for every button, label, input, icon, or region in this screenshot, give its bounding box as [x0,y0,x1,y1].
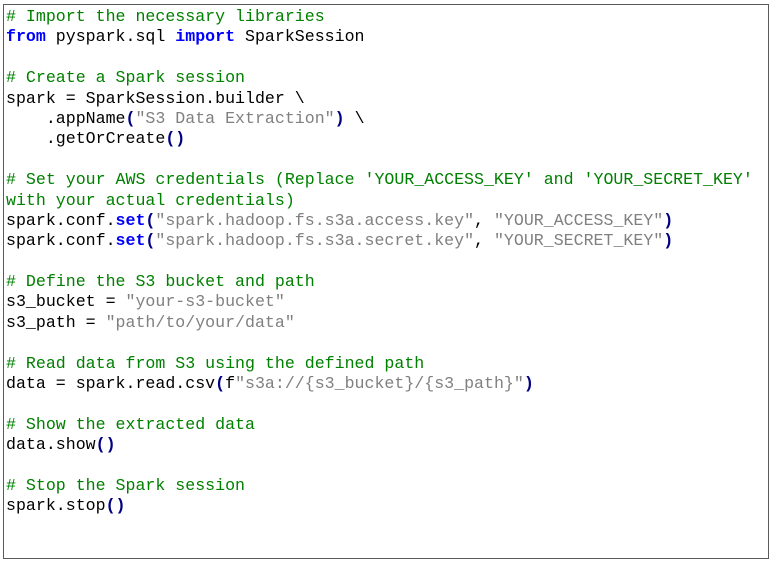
code-punctuation: ) [334,108,345,128]
code-string: "YOUR_SECRET_KEY" [493,231,664,251]
code-comment: # Define the S3 bucket and path [6,272,315,292]
code-string: "spark.hadoop.fs.s3a.secret.key" [155,231,475,251]
code-method: set [115,231,146,251]
code-text: spark = SparkSession.builder \ [6,88,305,108]
code-line: # Read data from S3 using the defined pa… [6,354,753,374]
code-line: with your actual credentials) [6,191,753,211]
code-block: # Import the necessary libraries from pys… [6,7,753,517]
code-string: "path/to/your/data" [105,312,295,332]
code-comment: # Create a Spark session [6,68,245,88]
code-punctuation: ( [145,231,156,251]
code-string: "your-s3-bucket" [125,292,285,312]
code-string: "s3a://{s3_bucket}/{s3_path}" [235,374,524,394]
code-string: "S3 Data Extraction" [135,108,335,128]
code-text: pyspark.sql [45,27,176,47]
code-keyword: import [175,27,236,47]
code-line: # Import the necessary libraries [6,7,753,27]
code-line: spark = SparkSession.builder \ [6,89,753,109]
code-punctuation: () [165,129,186,149]
code-line: spark.conf.set("spark.hadoop.fs.s3a.acce… [6,211,753,231]
code-comment: # Show the extracted data [6,414,255,434]
code-comment: with your actual credentials) [6,190,295,210]
code-string: "YOUR_ACCESS_KEY" [493,210,664,230]
code-line: # Create a Spark session [6,68,753,88]
code-punctuation: () [95,435,116,455]
code-text: \ [344,108,365,128]
code-punctuation: ( [145,210,156,230]
code-line: s3_path = "path/to/your/data" [6,313,753,333]
code-line: s3_bucket = "your-s3-bucket" [6,292,753,312]
code-text: , [474,231,494,251]
code-punctuation: ) [663,231,674,251]
code-text: .getOrCreate [6,129,166,149]
code-line: # Stop the Spark session [6,476,753,496]
code-line: spark.conf.set("spark.hadoop.fs.s3a.secr… [6,231,753,251]
code-punctuation: ) [523,374,534,394]
code-line: data.show() [6,435,753,455]
code-line: .appName("S3 Data Extraction") \ [6,109,753,129]
code-line: # Define the S3 bucket and path [6,272,753,292]
code-punctuation: ( [215,374,226,394]
code-punctuation: ( [125,108,136,128]
code-comment: # Read data from S3 using the defined pa… [6,353,425,373]
code-line: spark.stop() [6,496,753,516]
code-text: f [225,374,236,394]
code-line: # Set your AWS credentials (Replace 'YOU… [6,170,753,190]
code-text: SparkSession [235,27,365,47]
code-comment: # Stop the Spark session [6,475,245,495]
code-line: data = spark.read.csv(f"s3a://{s3_bucket… [6,374,753,394]
code-text: spark.stop [6,496,106,516]
code-text: data.show [6,435,96,455]
code-comment: # Import the necessary libraries [6,7,325,26]
code-line: .getOrCreate() [6,129,753,149]
code-comment: # Set your AWS credentials (Replace 'YOU… [6,170,753,190]
code-string: "spark.hadoop.fs.s3a.access.key" [155,210,475,230]
code-line: from pyspark.sql import SparkSession [6,27,753,47]
code-text: s3_bucket = [6,292,126,312]
code-text: spark.conf. [6,231,116,251]
code-frame: # Import the necessary libraries from pys… [3,4,769,559]
code-text: spark.conf. [6,210,116,230]
code-text: , [474,210,494,230]
code-line: # Show the extracted data [6,415,753,435]
code-text: data = spark.read.csv [6,374,216,394]
code-punctuation: () [105,496,126,516]
code-keyword: from [6,27,46,47]
code-text: s3_path = [6,312,106,332]
code-punctuation: ) [663,210,674,230]
code-text: .appName [6,108,126,128]
code-method: set [115,210,146,230]
